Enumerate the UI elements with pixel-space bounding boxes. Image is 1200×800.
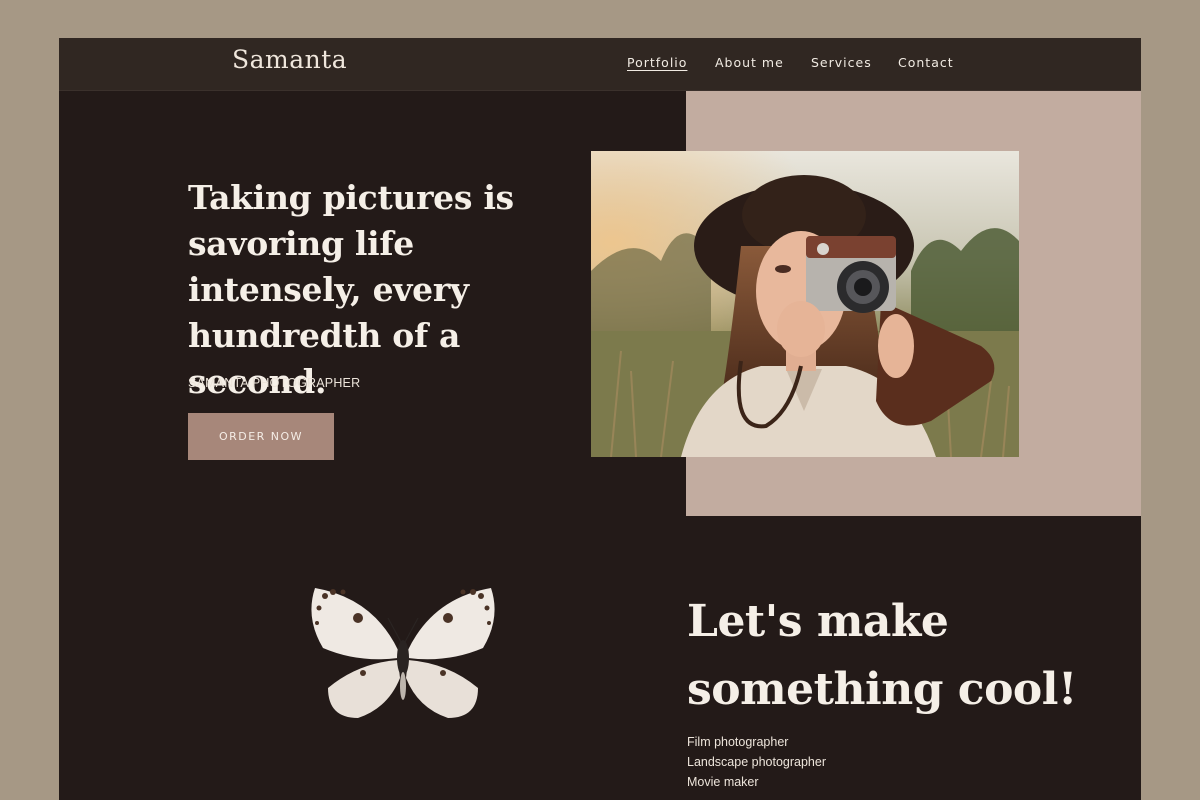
hero-title: Taking pictures is savoring life intense… xyxy=(188,178,514,401)
order-now-button[interactable]: ORDER NOW xyxy=(188,413,334,460)
list-item: Landscape photographer xyxy=(687,755,827,769)
hero-subtitle: SAMANTA PHOTOGRAPHER xyxy=(188,376,361,390)
website-frame: Samanta Portfolio About me Services Cont… xyxy=(59,38,1141,800)
hero-photo xyxy=(591,151,1019,457)
roles-list: Film photographer Landscape photographer… xyxy=(687,732,826,792)
woman-with-camera-photo xyxy=(591,151,1019,457)
list-item: Film photographer xyxy=(687,735,789,749)
site-logo[interactable]: Samanta xyxy=(232,45,347,74)
nav-link-portfolio[interactable]: Portfolio xyxy=(627,55,687,70)
list-item: Movie maker xyxy=(687,775,759,789)
butterfly-image xyxy=(303,578,503,728)
nav-link-about-me[interactable]: About me xyxy=(715,55,784,70)
butterfly-icon xyxy=(311,588,495,718)
nav-link-contact[interactable]: Contact xyxy=(898,55,954,70)
nav-link-services[interactable]: Services xyxy=(811,55,872,70)
cta-title: Let's make something cool! xyxy=(687,596,1077,715)
navbar: Samanta Portfolio About me Services Cont… xyxy=(59,38,1141,91)
